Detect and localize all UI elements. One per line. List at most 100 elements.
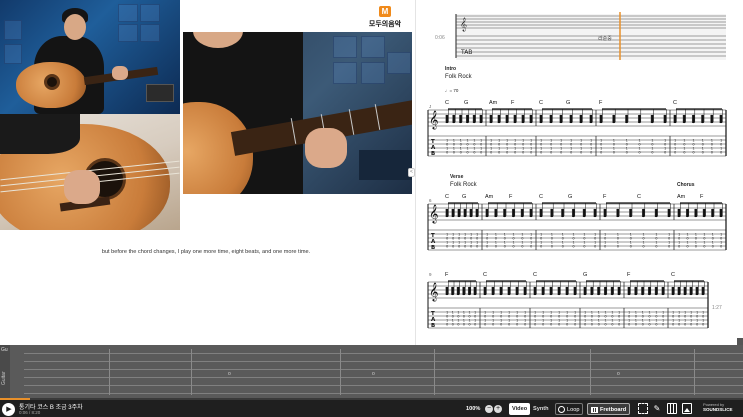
system2-measure-number: 6 <box>429 198 432 203</box>
chord-label: C <box>671 272 675 278</box>
svg-text:0: 0 <box>662 323 665 327</box>
zoom-in-button[interactable]: + <box>494 405 502 413</box>
svg-text:0: 0 <box>664 151 667 155</box>
fullscreen-icon[interactable] <box>638 403 648 414</box>
svg-text:0: 0 <box>464 245 467 249</box>
svg-text:0: 0 <box>460 151 463 155</box>
track-lane[interactable]: Gu Guitar o o o <box>0 345 743 398</box>
svg-text:0: 0 <box>495 245 498 249</box>
svg-text:0: 0 <box>655 245 658 249</box>
top-rest-label: 라순중 <box>598 36 612 42</box>
svg-text:0: 0 <box>446 323 449 327</box>
score-panel[interactable]: 𝄞 TAB 𝄞 T A B C G 1 0 1 0 1 0 1 0 1 0 1 0 1 0 1 0 1 0 1 0 1 0 1 0 Am F 1… <box>418 0 743 345</box>
fretboard-label: Fretboard <box>600 407 627 413</box>
svg-text:0: 0 <box>463 323 466 327</box>
chord-label: Am <box>489 100 498 106</box>
logo-text: 모두의음악 <box>368 21 402 28</box>
svg-text:TAB: TAB <box>460 49 472 56</box>
svg-text:0: 0 <box>712 245 715 249</box>
chord-label: F <box>599 100 603 106</box>
zoom-level[interactable]: 100% <box>466 403 480 415</box>
svg-text:0: 0 <box>484 323 487 327</box>
svg-text:0: 0 <box>540 151 543 155</box>
svg-text:0: 0 <box>452 245 455 249</box>
svg-text:0: 0 <box>642 323 645 327</box>
system1-measure-number: J <box>429 104 432 109</box>
svg-text:0: 0 <box>683 151 686 155</box>
svg-text:0: 0 <box>560 151 563 155</box>
svg-text:0: 0 <box>598 323 601 327</box>
time-marker-label: 1:27 <box>712 305 722 311</box>
svg-text:0: 0 <box>514 151 517 155</box>
treble-clef-icon: 𝄞 <box>429 282 438 302</box>
svg-text:0: 0 <box>522 151 525 155</box>
svg-text:0: 0 <box>583 245 586 249</box>
loop-button[interactable]: Loop <box>555 403 584 415</box>
svg-text:0: 0 <box>617 245 620 249</box>
svg-text:0: 0 <box>473 151 476 155</box>
system3-measure-number: 9 <box>429 272 432 277</box>
chord-label: C <box>539 194 543 200</box>
powered-by-badge[interactable]: Powered by SOUNDSLICE <box>703 402 733 412</box>
collapse-handle-icon[interactable]: < <box>408 168 415 177</box>
svg-text:0: 0 <box>628 323 631 327</box>
brand-logo: M 모두의음악 <box>361 6 409 30</box>
sheet-music: 𝄞 TAB 𝄞TABC G101010101010101010101010Am F1… <box>427 12 727 329</box>
svg-text:0: 0 <box>566 323 569 327</box>
video-subtitle: but before the chord changes, I play one… <box>101 249 311 255</box>
svg-text:0: 0 <box>690 323 693 327</box>
svg-text:0: 0 <box>504 245 507 249</box>
zoom-out-button[interactable]: − <box>485 405 493 413</box>
svg-text:0: 0 <box>678 245 681 249</box>
section-intro-label: Intro <box>445 66 457 72</box>
svg-text:0: 0 <box>604 245 607 249</box>
progress-bar[interactable] <box>0 398 743 400</box>
chord-label: F <box>603 194 607 200</box>
camera-main-view <box>0 0 180 114</box>
synth-toggle[interactable]: Synth <box>530 403 552 415</box>
chord-label: C <box>533 272 537 278</box>
svg-text:0: 0 <box>672 323 675 327</box>
play-button[interactable]: ▶ <box>2 403 15 416</box>
score-system-top: 𝄞 TAB <box>455 12 726 60</box>
loop-icon <box>558 406 565 414</box>
video-toggle[interactable]: Video <box>509 403 531 415</box>
camera-picking-hand-view <box>0 114 180 230</box>
track-strings: o o o <box>24 349 743 395</box>
svg-text:0: 0 <box>512 245 515 249</box>
svg-text:0: 0 <box>626 151 629 155</box>
svg-text:0: 0 <box>574 323 577 327</box>
chord-label: F <box>700 194 704 200</box>
video-panel[interactable]: M 모두의음악 but before the chord changes, I … <box>0 0 412 345</box>
svg-text:𝄞: 𝄞 <box>460 17 467 31</box>
panel-divider[interactable] <box>415 0 416 345</box>
svg-text:0: 0 <box>470 245 473 249</box>
player-toolbar <box>0 398 743 417</box>
treble-clef-icon: 𝄞 <box>429 110 438 130</box>
svg-text:0: 0 <box>453 151 456 155</box>
svg-text:0: 0 <box>692 151 695 155</box>
layout-columns-icon[interactable] <box>667 403 677 414</box>
chord-label: F <box>511 100 515 106</box>
svg-text:0: 0 <box>635 323 638 327</box>
svg-text:0: 0 <box>711 151 714 155</box>
fretboard-button[interactable]: Fretboard <box>587 403 631 415</box>
svg-text:0: 0 <box>618 323 621 327</box>
song-time: 0:06 / 8:20 <box>19 410 41 415</box>
image-icon[interactable] <box>682 403 692 414</box>
section-verse-label: Verse <box>450 174 464 180</box>
svg-text:0: 0 <box>572 245 575 249</box>
chord-label: G <box>464 100 468 106</box>
soundslice-brand: SOUNDSLICE <box>703 407 733 412</box>
chord-label: F <box>627 272 631 278</box>
svg-text:0: 0 <box>611 323 614 327</box>
edit-icon[interactable]: ✎ <box>652 403 662 414</box>
chord-label: G <box>583 272 587 278</box>
chord-label: G <box>462 194 466 200</box>
svg-text:0: 0 <box>696 323 699 327</box>
svg-text:0: 0 <box>702 151 705 155</box>
section-intro-style: Folk Rock <box>445 74 472 80</box>
svg-text:0: 0 <box>490 151 493 155</box>
chord-label: F <box>445 272 449 278</box>
svg-text:0: 0 <box>530 151 533 155</box>
